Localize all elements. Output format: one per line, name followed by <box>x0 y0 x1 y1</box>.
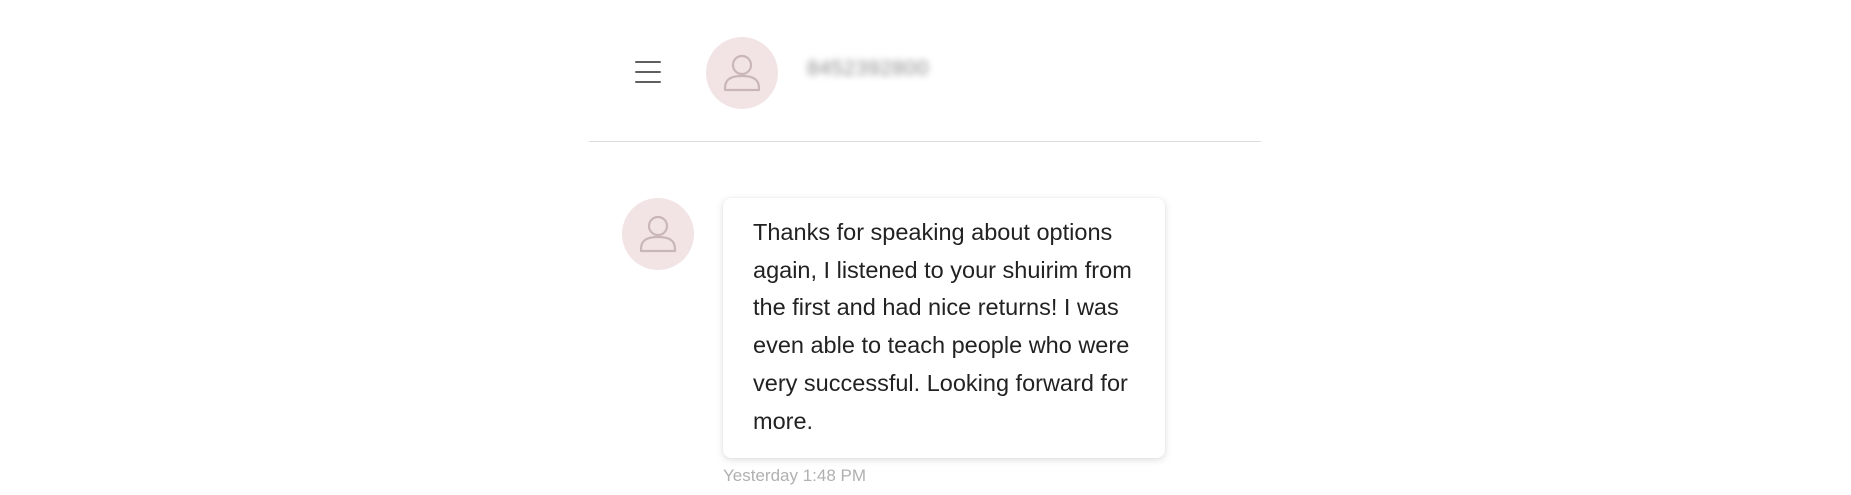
user-icon <box>723 54 761 92</box>
contact-name: 8452392800 <box>807 57 929 80</box>
chat-app: 8452392800 Thanks for speaking about opt… <box>0 0 1851 495</box>
sender-avatar <box>622 198 694 270</box>
contact-avatar[interactable] <box>706 37 778 109</box>
chat-panel: 8452392800 Thanks for speaking about opt… <box>589 0 1261 495</box>
chat-header: 8452392800 <box>589 0 1261 142</box>
hamburger-menu-icon[interactable] <box>633 57 663 87</box>
message-bubble: Thanks for speaking about options again,… <box>723 198 1165 459</box>
message-timestamp: Yesterday 1:48 PM <box>723 466 867 485</box>
user-icon <box>639 215 677 253</box>
